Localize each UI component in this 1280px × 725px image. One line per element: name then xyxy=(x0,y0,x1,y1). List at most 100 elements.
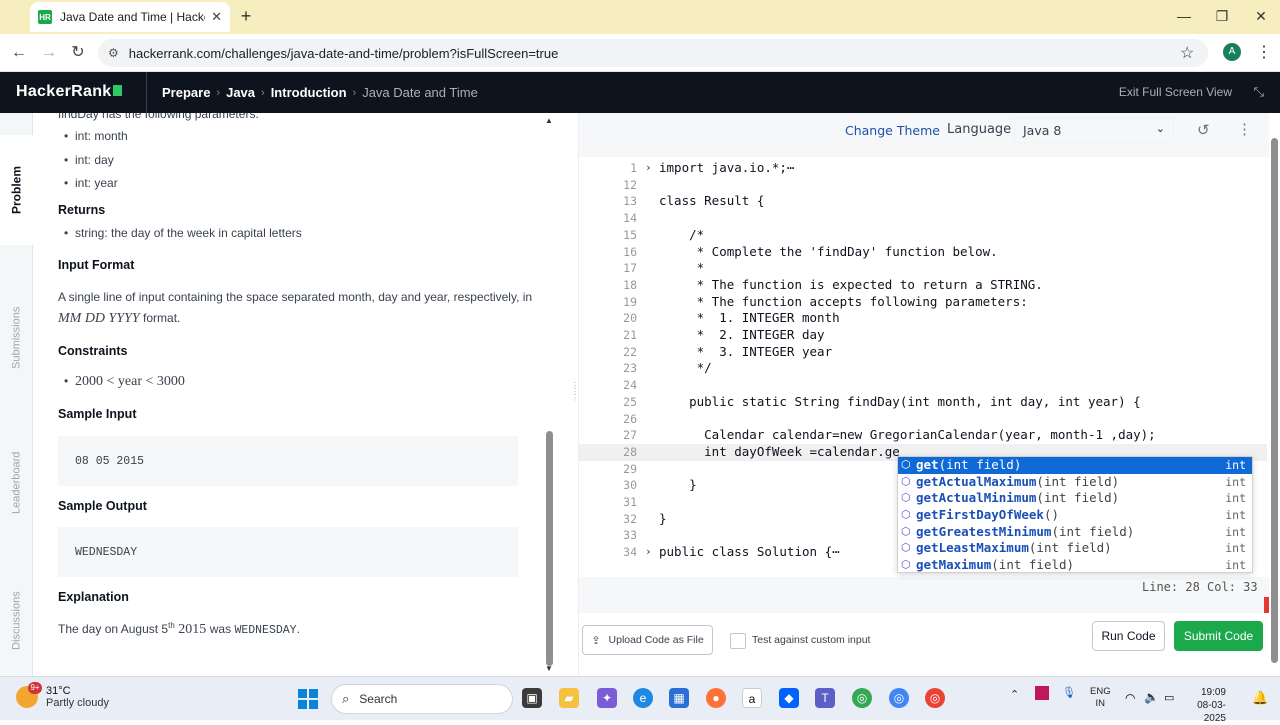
code-line: 15 /* xyxy=(579,227,1267,244)
custom-input-checkbox[interactable] xyxy=(730,633,746,649)
input-language[interactable]: ENG IN xyxy=(1090,686,1111,710)
app-tray-icon[interactable] xyxy=(1035,686,1049,700)
microphone-icon[interactable]: 🎙 xyxy=(1062,686,1076,699)
fold-chevron-icon[interactable]: › xyxy=(645,160,652,177)
exit-fullscreen-link[interactable]: Exit Full Screen View xyxy=(1119,85,1232,99)
wifi-icon[interactable]: ◠ xyxy=(1125,691,1135,705)
reset-code-icon[interactable]: ↺ xyxy=(1197,121,1210,139)
autocomplete-item[interactable]: ⬡ getActualMaximum(int field) int xyxy=(898,474,1252,491)
volume-icon[interactable]: 🔈 xyxy=(1144,690,1159,704)
method-args: (int field) xyxy=(1051,523,1135,539)
browser-tab[interactable]: HR Java Date and Time | HackerRank ✕ xyxy=(30,2,230,32)
upload-code-button[interactable]: ⇪ Upload Code as File xyxy=(582,625,713,655)
param-item: int: day xyxy=(64,153,114,167)
custom-input-label[interactable]: Test against custom input xyxy=(752,634,870,646)
sample-output-heading: Sample Output xyxy=(58,499,147,513)
language-select[interactable]: Java 8 ⌄ xyxy=(1014,117,1174,143)
chrome-icon[interactable]: ◎ xyxy=(852,688,872,708)
amazon-icon[interactable]: a xyxy=(742,688,762,708)
profile-avatar[interactable]: A xyxy=(1223,43,1241,61)
upload-label: Upload Code as File xyxy=(608,634,704,646)
code-line: 12 xyxy=(579,177,1267,194)
hackerrank-logo[interactable]: HackerRank xyxy=(16,83,122,101)
teams-icon[interactable]: T xyxy=(815,688,835,708)
edge-icon[interactable]: e xyxy=(633,688,653,708)
chrome-profile-icon[interactable]: ◎ xyxy=(925,688,945,708)
scroll-up-icon[interactable]: ▲ xyxy=(545,116,553,125)
method-icon: ⬡ xyxy=(901,541,911,555)
browser-tab-bar: HR Java Date and Time | HackerRank ✕ + —… xyxy=(0,0,1280,34)
autocomplete-item[interactable]: ⬡ getGreatestMinimum(int field) int xyxy=(898,524,1252,541)
weather-temp: 31°C xyxy=(46,685,71,697)
pane-splitter[interactable]: ⋮ ⋮ ⋮ xyxy=(557,113,579,676)
lang-top: ENG xyxy=(1090,686,1111,697)
browser-menu-icon[interactable]: ⋮ xyxy=(1256,42,1272,62)
explanation-day: WEDNESDAY xyxy=(234,624,297,637)
tab-discussions[interactable]: Discussions xyxy=(0,568,33,673)
store-icon[interactable]: ▦ xyxy=(669,688,689,708)
taskbar-search[interactable]: ⌕ Search xyxy=(331,684,513,714)
input-format-math: MM DD YYYY xyxy=(58,311,140,326)
line-number: 12 xyxy=(623,177,637,192)
run-code-button[interactable]: Run Code xyxy=(1092,621,1165,651)
bookmark-star-icon[interactable]: ☆ xyxy=(1180,43,1194,63)
fold-chevron-icon[interactable]: › xyxy=(645,544,652,561)
site-info-icon[interactable]: ⚙ xyxy=(108,46,119,60)
windows-start-icon[interactable] xyxy=(298,689,318,709)
autocomplete-item[interactable]: ⬡ getFirstDayOfWeek() int xyxy=(898,507,1252,524)
crumb-prepare[interactable]: Prepare xyxy=(162,85,210,100)
code-line: 16 * Complete the 'findDay' function bel… xyxy=(579,244,1267,261)
clock[interactable]: 19:09 08-03-2025 xyxy=(1178,686,1226,725)
autocomplete-item[interactable]: ⬡ getActualMinimum(int field) int xyxy=(898,490,1252,507)
code-text: int dayOfWeek =calendar.ge xyxy=(659,443,900,459)
tab-leaderboard[interactable]: Leaderboard xyxy=(0,418,33,548)
new-tab-icon[interactable]: + xyxy=(236,6,256,26)
line-number: 19 xyxy=(623,294,637,309)
autocomplete-item[interactable]: ⬡ getMaximum(int field) int xyxy=(898,557,1252,572)
crumb-introduction[interactable]: Introduction xyxy=(271,85,347,100)
submit-code-button[interactable]: Submit Code xyxy=(1174,621,1263,651)
problem-scrollbar[interactable]: ▲ ▼ xyxy=(543,113,557,676)
reload-icon[interactable]: ↻ xyxy=(67,42,89,64)
language-label: Language xyxy=(947,122,1012,137)
line-number: 29 xyxy=(623,461,637,476)
search-icon: ⌕ xyxy=(342,691,350,706)
minimize-icon[interactable]: — xyxy=(1166,6,1202,26)
line-number: 23 xyxy=(623,361,637,376)
exit-fullscreen-icon[interactable]: ⤡ xyxy=(1254,84,1264,100)
chevron-up-icon[interactable]: ⌃ xyxy=(1010,688,1019,701)
close-tab-icon[interactable]: ✕ xyxy=(211,9,222,25)
battery-icon[interactable]: ▭ xyxy=(1164,691,1174,704)
dropbox-icon[interactable]: ◆ xyxy=(779,688,799,708)
copilot-icon[interactable]: ✦ xyxy=(597,688,617,708)
more-options-icon[interactable]: ⋮ xyxy=(1237,120,1252,138)
page-scrollbar-thumb[interactable] xyxy=(1271,138,1278,663)
crumb-java[interactable]: Java xyxy=(226,85,255,100)
input-format-suffix: format. xyxy=(143,311,181,325)
chrome-active-icon[interactable]: ◎ xyxy=(889,688,909,708)
file-explorer-icon[interactable]: ▰ xyxy=(559,688,579,708)
tab-submissions[interactable]: Submissions xyxy=(0,273,33,403)
close-window-icon[interactable]: ✕ xyxy=(1243,6,1279,26)
autocomplete-item[interactable]: ⬡ get(int field) int xyxy=(898,457,1252,474)
scroll-down-icon[interactable]: ▼ xyxy=(545,664,553,673)
maximize-icon[interactable]: ❐ xyxy=(1204,6,1240,26)
page-scrollbar[interactable] xyxy=(1269,113,1280,676)
task-view-icon[interactable]: ▣ xyxy=(522,688,542,708)
firefox-icon[interactable]: ● xyxy=(706,688,726,708)
method-icon: ⬡ xyxy=(901,474,911,488)
tab-problem[interactable]: Problem xyxy=(0,135,33,245)
back-icon[interactable]: ← xyxy=(8,42,30,64)
problem-scrollbar-thumb[interactable] xyxy=(546,431,553,666)
forward-icon[interactable]: → xyxy=(38,42,60,64)
url-input[interactable]: ⚙ hackerrank.com/challenges/java-date-an… xyxy=(98,39,1208,67)
input-format-text: A single line of input containing the sp… xyxy=(58,290,533,304)
weather-widget[interactable]: 9+ 31°C Partly cloudy xyxy=(16,682,109,709)
autocomplete-item[interactable]: ⬡ getLeastMaximum(int field) int xyxy=(898,540,1252,557)
notifications-icon[interactable]: 🔔 xyxy=(1252,690,1268,706)
method-icon: ⬡ xyxy=(901,558,911,572)
code-line: 24 xyxy=(579,377,1267,394)
return-type: int xyxy=(1225,458,1246,472)
drag-handle-icon[interactable]: ⋮ ⋮ ⋮ xyxy=(571,382,579,402)
change-theme-link[interactable]: Change Theme xyxy=(845,123,940,138)
